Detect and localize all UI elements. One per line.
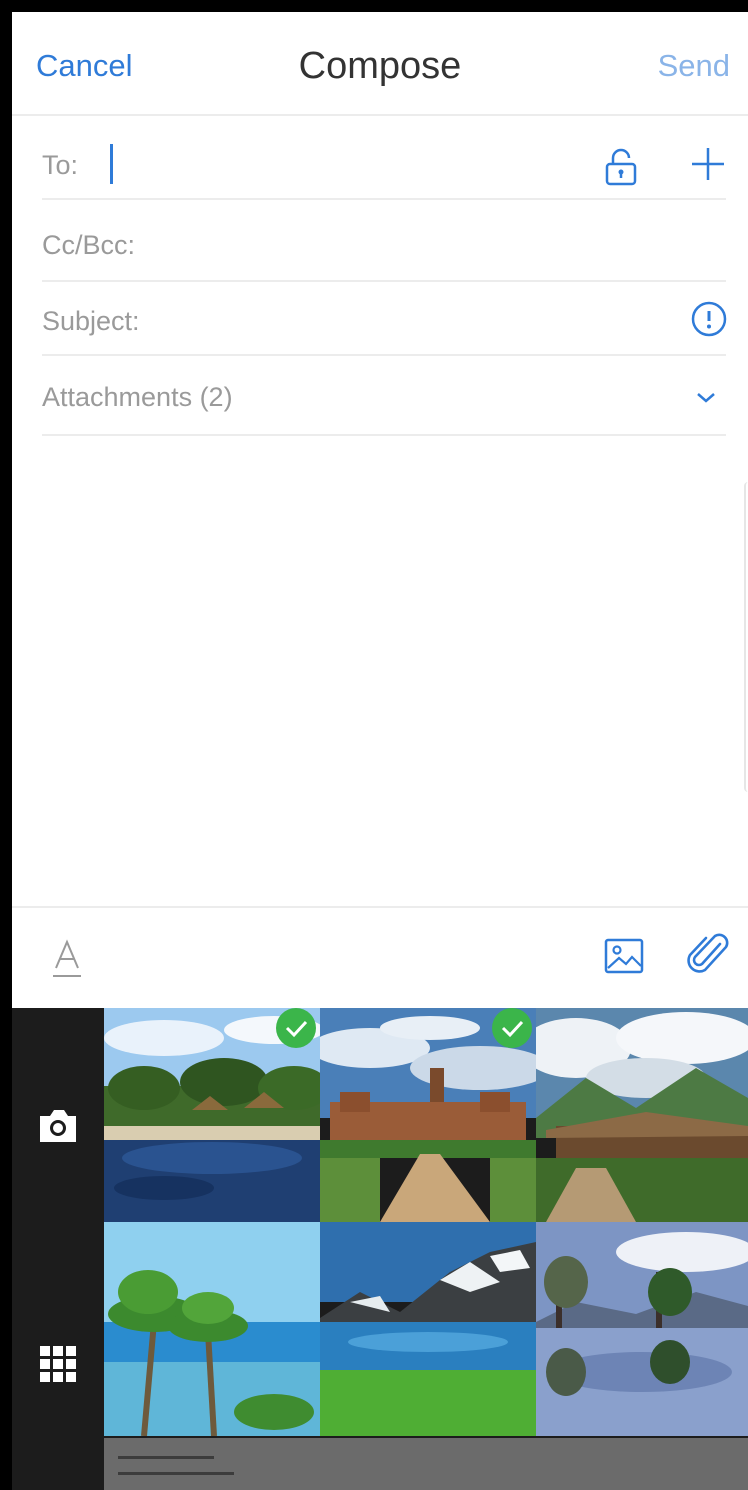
photo-thumbnail[interactable] bbox=[536, 1222, 748, 1436]
format-toolbar bbox=[12, 906, 748, 1008]
cc-bcc-label: Cc/Bcc: bbox=[42, 230, 136, 260]
font-format-icon[interactable] bbox=[52, 936, 82, 980]
photo-thumbnail[interactable] bbox=[104, 1008, 320, 1222]
device-frame: Cancel Compose Send To: Cc/Bcc: Subject:… bbox=[0, 0, 748, 1490]
photo-thumbnail[interactable] bbox=[320, 1008, 536, 1222]
photo-thumbnail[interactable] bbox=[536, 1008, 748, 1222]
to-field[interactable]: To: bbox=[42, 122, 726, 200]
add-recipient-icon[interactable] bbox=[688, 144, 728, 184]
strip-text-line bbox=[118, 1472, 234, 1475]
attachments-label: Attachments (2) bbox=[42, 382, 233, 412]
compose-header: Cancel Compose Send bbox=[12, 12, 748, 116]
photo-grid bbox=[104, 1008, 748, 1438]
selected-check-icon bbox=[492, 1008, 532, 1048]
selected-check-icon bbox=[276, 1008, 316, 1048]
subject-field[interactable]: Subject: bbox=[42, 282, 728, 356]
paperclip-icon[interactable] bbox=[686, 930, 732, 978]
subject-label: Subject: bbox=[42, 306, 140, 336]
photo-picker bbox=[12, 1008, 748, 1490]
cc-bcc-field[interactable]: Cc/Bcc: bbox=[42, 200, 726, 282]
page-title: Compose bbox=[298, 45, 462, 87]
to-label: To: bbox=[42, 150, 79, 180]
image-icon[interactable] bbox=[604, 938, 644, 974]
camera-icon[interactable] bbox=[36, 1106, 80, 1146]
chevron-down-icon[interactable] bbox=[694, 390, 718, 406]
scroll-indicator bbox=[744, 482, 748, 792]
attachments-row[interactable]: Attachments (2) bbox=[42, 356, 726, 436]
compose-screen: Cancel Compose Send To: Cc/Bcc: Subject:… bbox=[12, 12, 748, 1490]
text-cursor bbox=[110, 144, 113, 184]
photo-thumbnail[interactable] bbox=[320, 1222, 536, 1436]
picker-bottom-strip bbox=[104, 1438, 748, 1490]
photo-thumbnail[interactable] bbox=[104, 1222, 320, 1436]
info-icon[interactable] bbox=[690, 300, 728, 338]
grid-icon[interactable] bbox=[38, 1344, 78, 1384]
send-button[interactable]: Send bbox=[658, 48, 730, 84]
picker-sidebar bbox=[12, 1008, 104, 1490]
strip-text-line bbox=[118, 1456, 214, 1459]
lock-icon[interactable] bbox=[604, 148, 638, 186]
